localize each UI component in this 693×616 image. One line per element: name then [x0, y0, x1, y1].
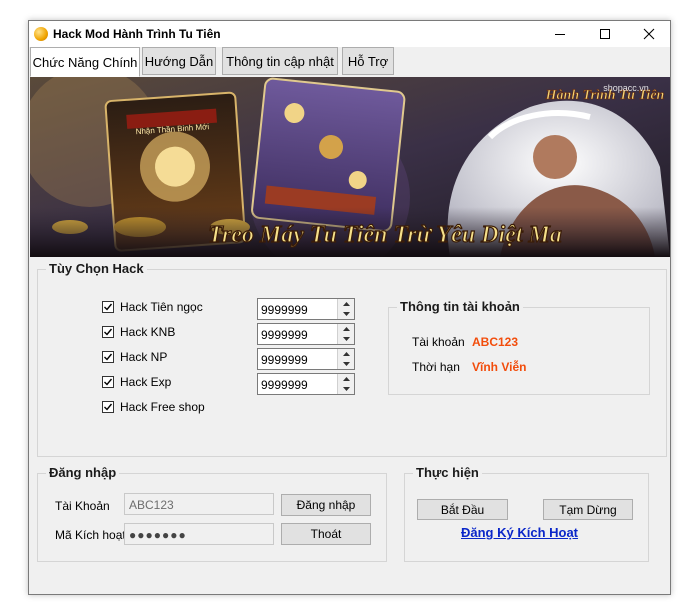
hack-np-value[interactable]: 9999999: [261, 353, 308, 367]
account-label: Tài khoản: [412, 335, 465, 349]
tab-update-info[interactable]: Thông tin cập nhật: [222, 47, 338, 75]
minimize-button[interactable]: [537, 21, 582, 47]
spin-down-icon[interactable]: [338, 334, 354, 344]
hack-np-checkbox[interactable]: [102, 351, 114, 363]
hack-exp-label: Hack Exp: [120, 375, 172, 389]
hack-tien-ngoc-amount[interactable]: 9999999: [257, 298, 355, 320]
hack-exp-option[interactable]: Hack Exp: [102, 374, 171, 390]
spin-down-icon[interactable]: [338, 359, 354, 369]
hack-options-title: Tùy Chọn Hack: [46, 261, 147, 276]
hack-tien-ngoc-label: Hack Tiên ngọc: [120, 300, 203, 314]
account-info-group: Thông tin tài khoản Tài khoản ABC123 Thờ…: [388, 299, 650, 395]
close-icon: [643, 28, 654, 40]
hack-options-group: Tùy Chọn Hack Hack Tiên ngọc 9999999 Hac…: [37, 261, 667, 457]
hack-knb-checkbox[interactable]: [102, 326, 114, 338]
exit-button[interactable]: Thoát: [281, 523, 371, 545]
register-activation-link[interactable]: Đăng Ký Kích Hoạt: [461, 525, 578, 540]
hack-exp-checkbox[interactable]: [102, 376, 114, 388]
hack-np-label: Hack NP: [120, 350, 168, 364]
hack-tien-ngoc-value[interactable]: 9999999: [261, 303, 308, 317]
account-value: ABC123: [472, 335, 519, 349]
tab-guide[interactable]: Hướng Dẫn: [142, 47, 216, 75]
hack-knb-amount[interactable]: 9999999: [257, 323, 355, 345]
activation-code-label: Mã Kích hoạt: [55, 528, 126, 542]
checkmark-icon: [104, 403, 113, 411]
hack-knb-label: Hack KNB: [120, 325, 176, 339]
tab-support[interactable]: Hỗ Trợ: [342, 47, 394, 75]
login-group: Đăng nhập Tài Khoản ABC123 Đăng nhập Mã …: [37, 465, 387, 562]
app-window: Hack Mod Hành Trình Tu Tiên Chức Năng Ch…: [28, 20, 671, 595]
hack-np-option[interactable]: Hack NP: [102, 349, 167, 365]
banner-watermark: shopacc.vn: [603, 83, 649, 93]
activation-code-input[interactable]: ●●●●●●●: [124, 523, 274, 545]
actions-title: Thực hiện: [413, 465, 482, 480]
banner-artwork: Hành Trình Tu Tiên shopacc.vn Nhận Thần …: [30, 77, 670, 257]
tab-main-functions[interactable]: Chức Năng Chính: [30, 47, 140, 77]
login-account-input[interactable]: ABC123: [124, 493, 274, 515]
spin-down-icon[interactable]: [338, 309, 354, 319]
window-title: Hack Mod Hành Trình Tu Tiên: [53, 27, 221, 41]
maximize-icon: [599, 29, 610, 39]
spin-down-icon[interactable]: [338, 384, 354, 394]
hack-knb-value[interactable]: 9999999: [261, 328, 308, 342]
duration-label: Thời hạn: [412, 360, 460, 374]
title-bar[interactable]: Hack Mod Hành Trình Tu Tiên: [29, 21, 670, 47]
login-title: Đăng nhập: [46, 465, 120, 480]
hack-tien-ngoc-option[interactable]: Hack Tiên ngọc: [102, 299, 203, 315]
minimize-icon: [554, 34, 565, 35]
game-banner: Hành Trình Tu Tiên shopacc.vn Nhận Thần …: [30, 77, 670, 257]
start-button[interactable]: Bắt Đầu: [417, 499, 508, 520]
hack-free-shop-option[interactable]: Hack Free shop: [102, 399, 205, 415]
close-button[interactable]: [626, 21, 671, 47]
checkmark-icon: [104, 303, 113, 311]
account-info-title: Thông tin tài khoản: [397, 299, 523, 314]
app-coin-icon: [34, 27, 48, 41]
checkmark-icon: [104, 378, 113, 386]
checkmark-icon: [104, 353, 113, 361]
pause-button[interactable]: Tạm Dừng: [543, 499, 633, 520]
hack-exp-value[interactable]: 9999999: [261, 378, 308, 392]
login-account-label: Tài Khoản: [55, 499, 110, 513]
actions-group: Thực hiện Bắt Đầu Tạm Dừng Đăng Ký Kích …: [404, 465, 649, 562]
hack-np-amount[interactable]: 9999999: [257, 348, 355, 370]
hack-tien-ngoc-checkbox[interactable]: [102, 301, 114, 313]
hack-knb-option[interactable]: Hack KNB: [102, 324, 175, 340]
maximize-button[interactable]: [582, 21, 627, 47]
duration-value: Vĩnh Viễn: [472, 360, 527, 374]
checkmark-icon: [104, 328, 113, 336]
hack-exp-amount[interactable]: 9999999: [257, 373, 355, 395]
tab-strip: Chức Năng Chính Hướng Dẫn Thông tin cập …: [29, 47, 670, 77]
hack-free-shop-label: Hack Free shop: [120, 400, 205, 414]
banner-slogan: Treo Máy Tu Tiên Trừ Yêu Diệt Ma: [208, 222, 562, 248]
hack-free-shop-checkbox[interactable]: [102, 401, 114, 413]
login-button[interactable]: Đăng nhập: [281, 494, 371, 516]
